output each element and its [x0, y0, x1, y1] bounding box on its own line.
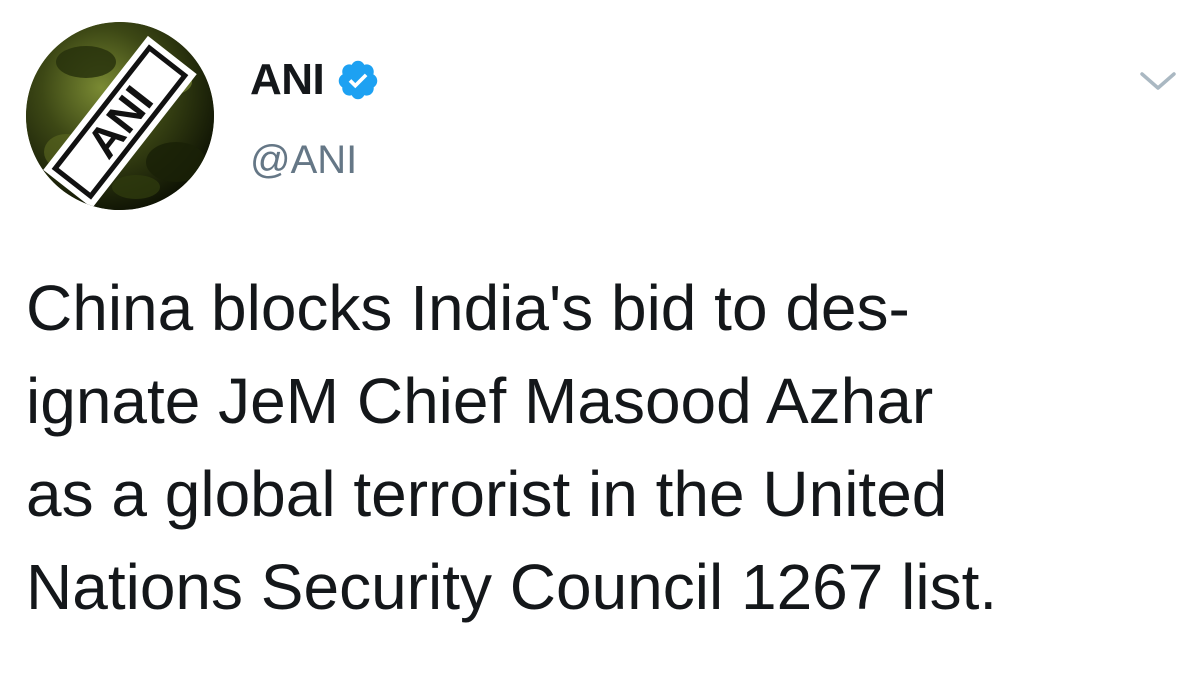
avatar[interactable]: ANI [26, 22, 214, 210]
author-handle[interactable]: @ANI [250, 138, 357, 183]
author-name-row: ANI [250, 50, 380, 110]
tweet-text-line: China blocks India's bid to des- [26, 272, 910, 344]
verified-badge-icon [336, 58, 380, 102]
tweet-text-line: as a global terrorist in the United [26, 458, 948, 530]
tweet-text-line: Nations Security Council 1267 list. [26, 551, 998, 623]
ani-logo: ANI [26, 22, 214, 210]
tweet-card: ANI ANI @ANI China blocks India's bid to… [0, 0, 1200, 675]
author-display-name[interactable]: ANI [250, 55, 325, 105]
tweet-text: China blocks India's bid to des- ignate … [26, 262, 1166, 634]
tweet-text-line: ignate JeM Chief Masood Azhar [26, 365, 934, 437]
chevron-down-icon[interactable] [1136, 66, 1180, 96]
